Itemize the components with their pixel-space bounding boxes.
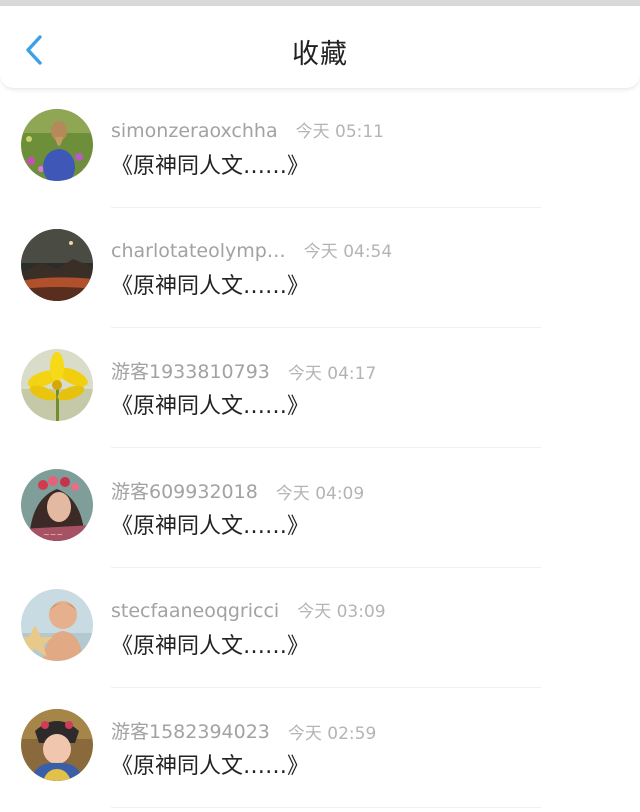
avatar-image: [21, 109, 93, 181]
avatar[interactable]: ~~~: [21, 469, 93, 541]
timestamp: 今天 04:17: [287, 364, 377, 384]
favorite-content[interactable]: 《原神同人文……》: [111, 268, 309, 300]
username[interactable]: 游客609932018: [111, 477, 258, 504]
favorite-content[interactable]: 《原神同人文……》: [111, 508, 309, 540]
avatar[interactable]: [21, 109, 93, 181]
nav-bar: 收藏: [0, 6, 640, 89]
list-item[interactable]: charlotateolymp… 今天 04:54 《原神同人文……》: [0, 208, 640, 328]
timestamp: 今天 03:09: [297, 602, 386, 622]
avatar[interactable]: [21, 229, 93, 301]
item-meta: 游客609932018 今天 04:09: [111, 477, 364, 505]
list-item[interactable]: stecfaaneoqgricci 今天 03:09 《原神同人文……》: [0, 568, 640, 688]
item-meta: 游客1933810793 今天 04:17: [111, 357, 376, 385]
avatar[interactable]: [21, 709, 93, 781]
timestamp: 今天 05:11: [295, 122, 384, 142]
divider: [111, 807, 541, 808]
page-title: 收藏: [292, 39, 348, 70]
favorite-content[interactable]: 《原神同人文……》: [111, 748, 309, 780]
favorite-content[interactable]: 《原神同人文……》: [111, 388, 309, 420]
timestamp: 今天 04:09: [275, 484, 365, 504]
timestamp: 今天 02:59: [287, 724, 377, 744]
username[interactable]: simonzeraoxchha: [111, 120, 278, 142]
avatar-image: ~~~: [21, 469, 93, 541]
username[interactable]: stecfaaneoqgricci: [111, 600, 279, 622]
favorite-content[interactable]: 《原神同人文……》: [111, 628, 309, 660]
timestamp: 今天 04:54: [303, 242, 393, 262]
avatar[interactable]: [21, 349, 93, 421]
avatar-image: [21, 709, 93, 781]
list-item[interactable]: 游客1582394023 今天 02:59 《原神同人文……》: [0, 688, 640, 808]
username[interactable]: 游客1582394023: [111, 717, 270, 744]
avatar[interactable]: [21, 589, 93, 661]
list-item[interactable]: simonzeraoxchha 今天 05:11 《原神同人文……》: [0, 88, 640, 208]
favorite-content[interactable]: 《原神同人文……》: [111, 148, 309, 180]
svg-text:~~~: ~~~: [43, 530, 63, 539]
item-meta: 游客1582394023 今天 02:59: [111, 717, 376, 745]
item-meta: stecfaaneoqgricci 今天 03:09: [111, 597, 386, 625]
avatar-image: [21, 349, 93, 421]
list-item[interactable]: ~~~ 游客609932018 今天 04:09 《原神同人文……》: [0, 448, 640, 568]
item-meta: simonzeraoxchha 今天 05:11: [111, 117, 384, 145]
item-meta: charlotateolymp… 今天 04:54: [111, 237, 392, 265]
username[interactable]: charlotateolymp…: [111, 240, 286, 262]
avatar-image: [21, 589, 93, 661]
username[interactable]: 游客1933810793: [111, 357, 270, 384]
list-item[interactable]: 游客1933810793 今天 04:17 《原神同人文……》: [0, 328, 640, 448]
avatar-image: [21, 229, 93, 301]
